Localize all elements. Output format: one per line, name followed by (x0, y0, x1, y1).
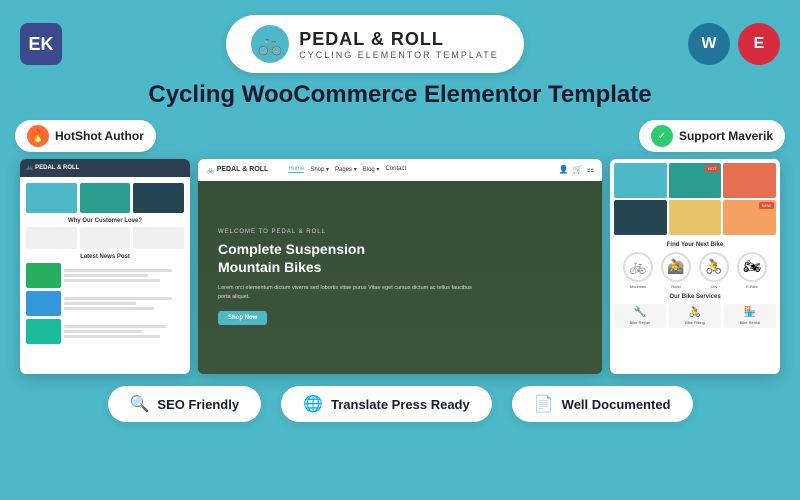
left-card-3 (133, 183, 184, 213)
nav-home[interactable]: Home (288, 166, 304, 173)
service-1: 🔧 Bike Repair (614, 304, 666, 328)
nav-contact[interactable]: Contact (385, 166, 406, 173)
bike-item-1: 🚲 Mountain (621, 252, 656, 289)
right-preview: HOT NEW Find Your Next Bike 🚲 Mountain 🚵… (610, 159, 780, 374)
left-card-2 (80, 183, 131, 213)
hotshot-icon: 🔥 (27, 125, 49, 147)
main-container: EK 🚲 PEDAL & ROLL CYCLING ELEMENTOR TEMP… (0, 0, 800, 500)
hero-welcome: WELCOME TO PEDAL & ROLL (218, 229, 582, 235)
support-check-icon: ✓ (651, 125, 673, 147)
docs-badge: 📄 Well Documented (512, 386, 693, 422)
center-brand-logo: 🚲 PEDAL & ROLL CYCLING ELEMENTOR TEMPLAT… (226, 15, 524, 73)
center-preview: 🚲 PEDAL & ROLL Home Shop ▾ Pages ▾ Blog … (198, 159, 602, 374)
left-news-2 (26, 291, 184, 316)
wordpress-logo: W (688, 23, 730, 65)
right-section-1-title: Find Your Next Bike (614, 242, 776, 248)
docs-icon: 📄 (534, 394, 554, 414)
right-logos: W E (688, 23, 780, 65)
service-3: 🏪 Bike Rental (724, 304, 776, 328)
seo-label: SEO Friendly (157, 397, 239, 412)
brand-text: PEDAL & ROLL CYCLING ELEMENTOR TEMPLATE (299, 29, 499, 60)
seo-badge: 🔍 SEO Friendly (108, 386, 262, 422)
translate-label: Translate Press Ready (331, 397, 470, 412)
left-why-1 (26, 227, 77, 249)
center-nav: 🚲 PEDAL & ROLL Home Shop ▾ Pages ▾ Blog … (198, 159, 602, 181)
news-text-2 (64, 291, 184, 316)
shop-now-button[interactable]: Shop Now (218, 311, 267, 325)
left-news-3 (26, 319, 184, 344)
support-badge: ✓ Support Maverik (639, 120, 785, 152)
user-icon[interactable]: 👤 (559, 165, 569, 174)
left-card-1 (26, 183, 77, 213)
left-why-3 (133, 227, 184, 249)
author-label: HotShot Author (55, 129, 144, 143)
news-text-3 (64, 319, 184, 344)
nav-blog[interactable]: Blog ▾ (363, 166, 380, 173)
bikes-row: 🚲 Mountain 🚵 Road 🚴 City 🏍 E-Bike (610, 250, 780, 291)
bike-icon-4: 🏍 (737, 252, 767, 282)
left-logo: 🚲 PEDAL & ROLL (26, 164, 79, 171)
left-color-row (26, 183, 184, 213)
left-preview-header: 🚲 PEDAL & ROLL (20, 159, 190, 177)
bike-icon-1: 🚲 (623, 252, 653, 282)
bike-icon-2: 🚵 (661, 252, 691, 282)
center-nav-logo: 🚲 PEDAL & ROLL (206, 166, 268, 174)
left-content: Why Our Customer Love? Latest News Post (20, 177, 190, 353)
right-grid: HOT NEW (610, 159, 780, 239)
grid-item-1 (614, 163, 667, 198)
repair-icon: 🔧 (617, 307, 663, 318)
top-logos-row: EK 🚲 PEDAL & ROLL CYCLING ELEMENTOR TEMP… (20, 15, 780, 73)
left-why-2 (80, 227, 131, 249)
hero-title: Complete SuspensionMountain Bikes (218, 240, 582, 276)
fitting-icon: 🚴 (672, 307, 718, 318)
brand-icon: 🚲 (251, 25, 289, 63)
news-img-2 (26, 291, 61, 316)
left-why-row (26, 227, 184, 249)
translate-badge: 🌐 Translate Press Ready (281, 386, 492, 422)
services-row: 🔧 Bike Repair 🚴 Bike Fitting 🏪 Bike Rent… (610, 302, 780, 330)
menu-icon[interactable]: ⚏ (587, 165, 594, 174)
support-label: Support Maverik (679, 129, 773, 143)
grid-item-5 (669, 200, 722, 235)
right-section-2-title: Our Bike Services (614, 294, 776, 300)
bike-item-2: 🚵 Road (659, 252, 694, 289)
cart-icon[interactable]: 🛒 (573, 165, 583, 174)
news-text-1 (64, 263, 184, 288)
previews-row: 🚲 PEDAL & ROLL Why Our Customer Love? La… (20, 156, 780, 376)
bike-item-4: 🏍 E-Bike (735, 252, 770, 289)
nav-links: Home Shop ▾ Pages ▾ Blog ▾ Contact (288, 166, 406, 173)
elementor-logo: E (738, 23, 780, 65)
brand-title: PEDAL & ROLL (299, 29, 499, 50)
page-title: Cycling WooCommerce Elementor Template (148, 81, 651, 109)
grid-item-2: HOT (669, 163, 722, 198)
news-img-3 (26, 319, 61, 344)
left-section-2-title: Latest News Post (26, 254, 184, 260)
nav-pages[interactable]: Pages ▾ (335, 166, 357, 173)
seo-icon: 🔍 (130, 394, 150, 414)
hero-section: WELCOME TO PEDAL & ROLL Complete Suspens… (198, 181, 602, 374)
grid-item-6: NEW (723, 200, 776, 235)
bottom-badges: 🔍 SEO Friendly 🌐 Translate Press Ready 📄… (20, 386, 780, 422)
grid-item-3 (723, 163, 776, 198)
ek-logo: EK (20, 23, 62, 65)
translate-icon: 🌐 (303, 394, 323, 414)
left-preview: 🚲 PEDAL & ROLL Why Our Customer Love? La… (20, 159, 190, 374)
left-section-1-title: Why Our Customer Love? (26, 218, 184, 224)
news-img-1 (26, 263, 61, 288)
docs-label: Well Documented (562, 397, 671, 412)
service-2: 🚴 Bike Fitting (669, 304, 721, 328)
rental-icon: 🏪 (727, 307, 773, 318)
hero-description: Lorem orci elementum dictum viverra sed … (218, 284, 473, 301)
left-news-1 (26, 263, 184, 288)
bike-icon-3: 🚴 (699, 252, 729, 282)
nav-shop[interactable]: Shop ▾ (310, 166, 329, 173)
author-badge: 🔥 HotShot Author (15, 120, 156, 152)
brand-subtitle: CYCLING ELEMENTOR TEMPLATE (299, 50, 499, 60)
bike-item-3: 🚴 City (697, 252, 732, 289)
grid-item-4 (614, 200, 667, 235)
